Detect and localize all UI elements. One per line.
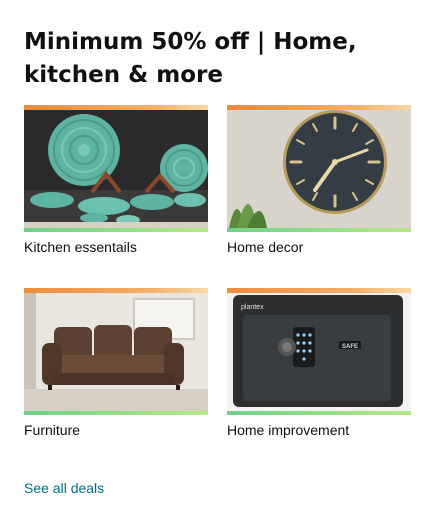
card-title: Minimum 50% off | Home, kitchen & more: [24, 29, 357, 88]
tile-image: [24, 288, 208, 415]
see-all-deals-link[interactable]: See all deals: [24, 480, 104, 496]
safe-brand-text: plantex: [241, 304, 264, 311]
sofa-icon: [24, 293, 208, 411]
tile-home-improvement[interactable]: plantex SAFE Home improvement: [227, 288, 411, 439]
dinnerware-set-icon: [24, 110, 208, 228]
tile-image: [227, 105, 411, 232]
wall-clock-icon: [227, 110, 411, 228]
tile-image: plantex SAFE: [227, 288, 411, 415]
deals-card: Minimum 50% off | Home, kitchen & more K…: [0, 0, 433, 522]
tile-kitchen-essentials[interactable]: Kitchen essentails: [24, 105, 208, 256]
tile-furniture[interactable]: Furniture: [24, 288, 208, 439]
safe-label-text: SAFE: [342, 344, 358, 350]
tile-label: Furniture: [24, 422, 81, 438]
tile-home-decor[interactable]: Home decor: [227, 105, 411, 256]
tile-label: Kitchen essentails: [24, 239, 137, 255]
tile-label: Home decor: [227, 239, 304, 255]
tile-label: Home improvement: [227, 422, 350, 438]
tile-image: [24, 105, 208, 232]
safe-icon: plantex SAFE: [227, 293, 411, 411]
